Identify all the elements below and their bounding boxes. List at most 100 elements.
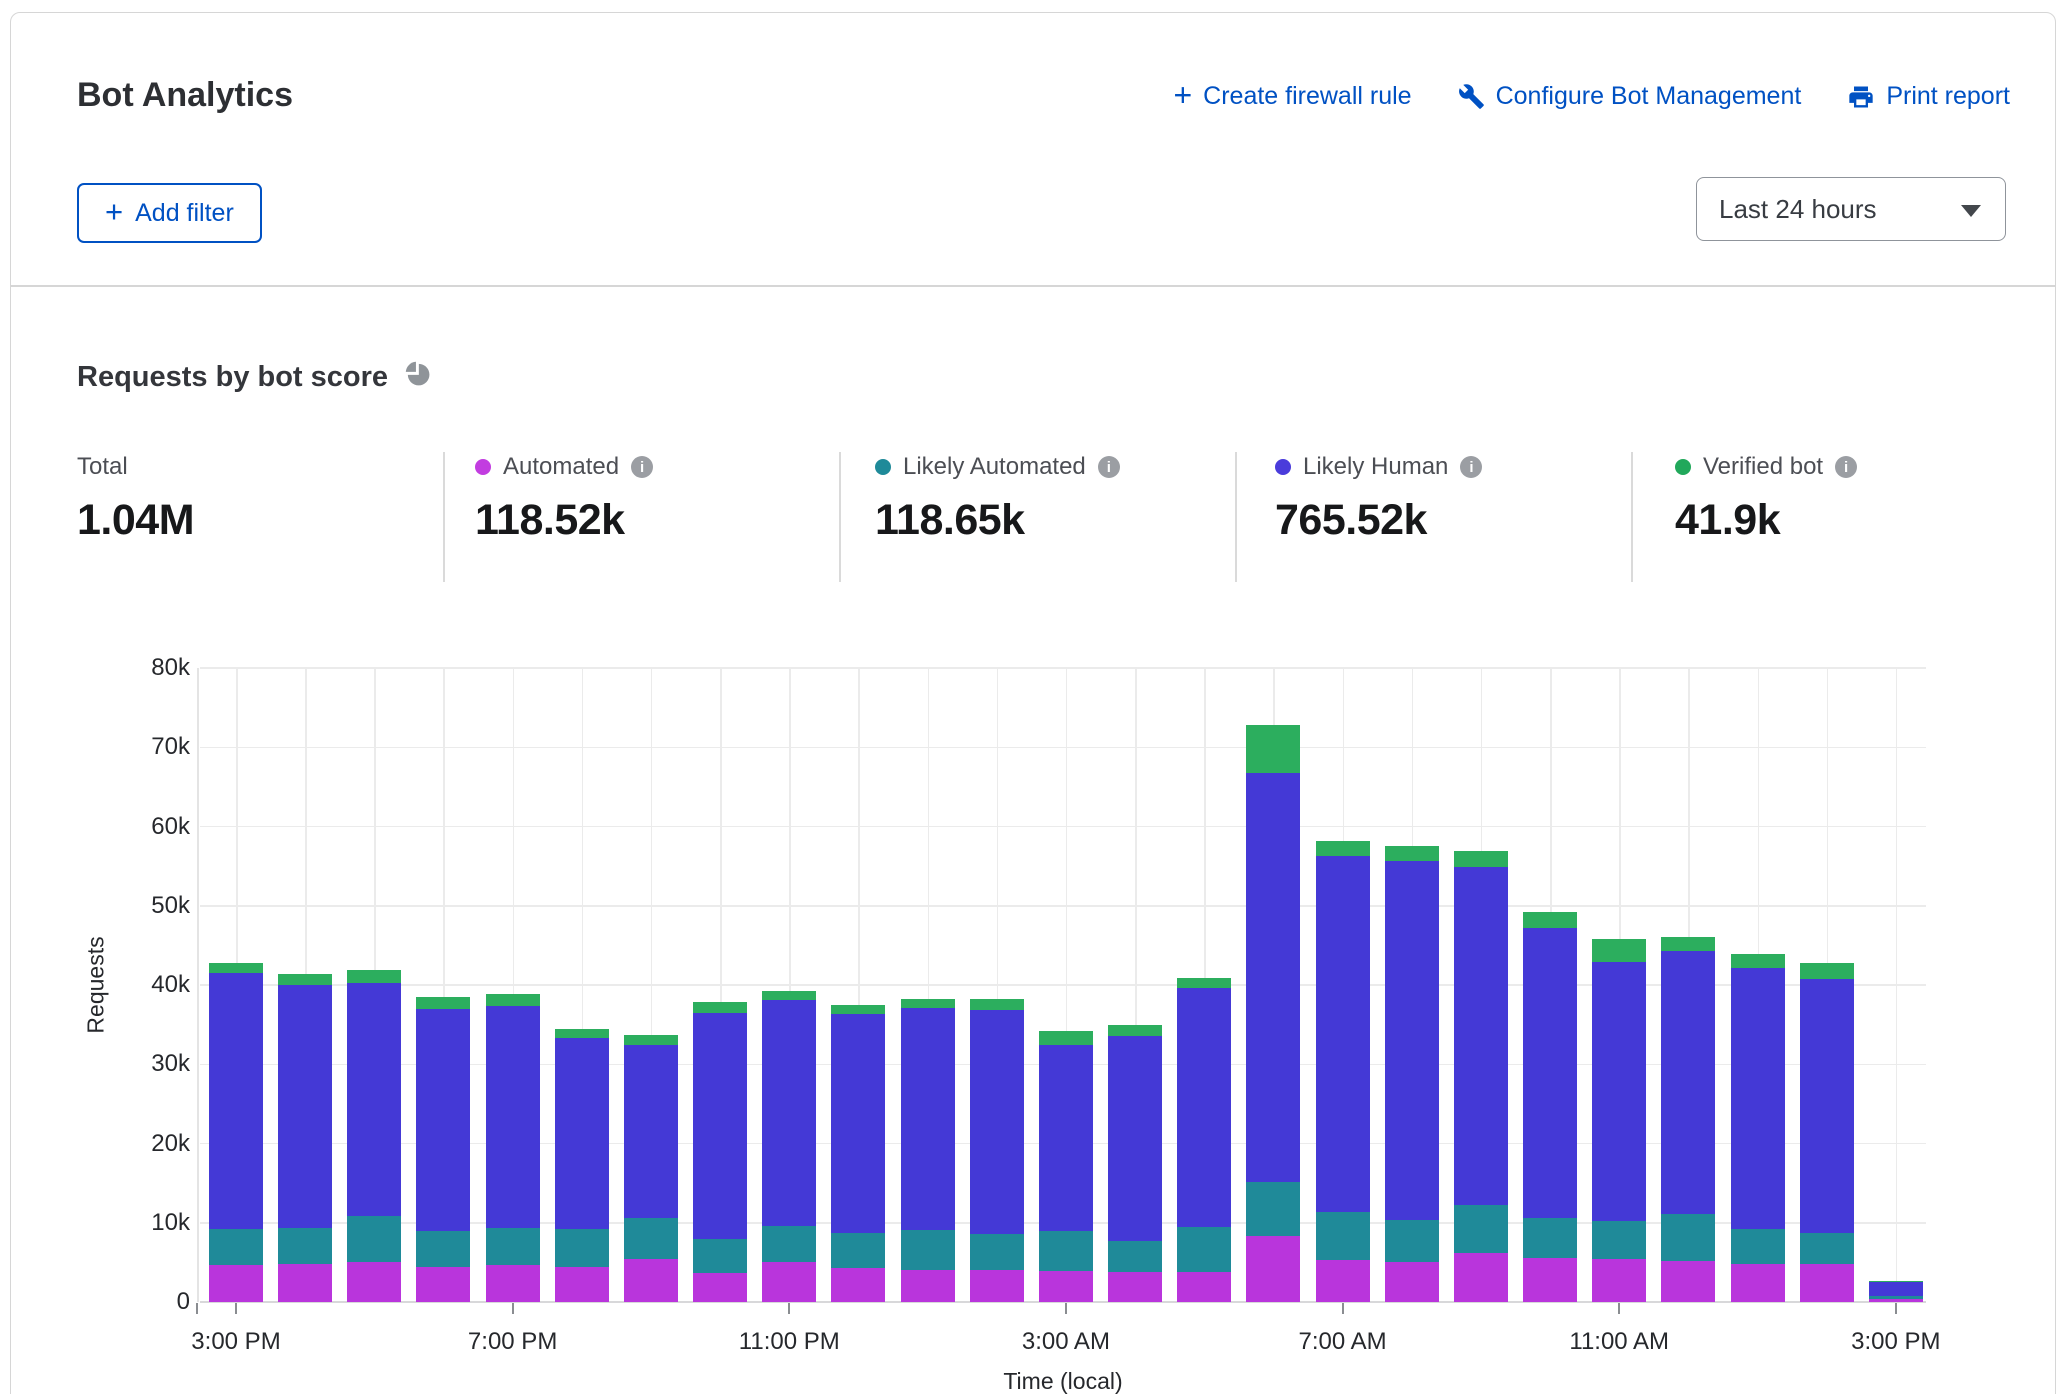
info-icon[interactable]: i (1098, 456, 1120, 478)
stat-likely-human[interactable]: Likely Human i 765.52k (1275, 452, 1482, 545)
h-gridline (200, 826, 1926, 828)
bar-segment-likely-automated (1177, 1227, 1231, 1272)
bar-segment-verified-bot (1523, 912, 1577, 928)
chart-bar[interactable] (624, 1035, 678, 1302)
create-firewall-rule-label: Create firewall rule (1203, 82, 1411, 111)
add-filter-button[interactable]: + Add filter (77, 183, 262, 243)
bar-segment-verified-bot (970, 999, 1024, 1009)
info-icon[interactable]: i (1835, 456, 1857, 478)
bar-segment-automated (347, 1262, 401, 1302)
bar-segment-verified-bot (762, 991, 816, 1001)
chart-bar[interactable] (970, 999, 1024, 1302)
chart-bar[interactable] (347, 970, 401, 1302)
bar-segment-automated (1523, 1258, 1577, 1302)
chart-bar[interactable] (555, 1029, 609, 1302)
stat-divider (443, 452, 445, 582)
bar-segment-likely-human (831, 1014, 885, 1233)
chart-bar[interactable] (1177, 978, 1231, 1302)
stat-divider (1235, 452, 1237, 582)
bar-segment-automated (1039, 1271, 1093, 1302)
info-icon[interactable]: i (1460, 456, 1482, 478)
bar-segment-automated (1454, 1253, 1508, 1302)
chart-bar[interactable] (1731, 954, 1785, 1302)
print-report-link[interactable]: Print report (1847, 82, 2010, 111)
create-firewall-rule-link[interactable]: + Create firewall rule (1173, 82, 1411, 111)
chart-bar[interactable] (278, 974, 332, 1302)
bar-segment-verified-bot (624, 1035, 678, 1045)
chart-bar[interactable] (762, 991, 816, 1302)
h-gridline (200, 667, 1926, 669)
chart-bar[interactable] (209, 963, 263, 1302)
section-title-text: Requests by bot score (77, 361, 388, 394)
plus-icon: + (1173, 79, 1192, 111)
y-tick-label: 40k (151, 971, 190, 999)
chart-bar[interactable] (1800, 963, 1854, 1302)
chart-bar[interactable] (1039, 1031, 1093, 1302)
x-tick-mark (235, 1303, 237, 1314)
bar-segment-automated (1316, 1260, 1370, 1302)
y-tick-label: 80k (151, 654, 190, 682)
bar-segment-automated (762, 1262, 816, 1302)
configure-bot-management-link[interactable]: Configure Bot Management (1458, 82, 1802, 111)
chart-bar[interactable] (486, 994, 540, 1302)
chart-bar[interactable] (831, 1005, 885, 1302)
chart-bar[interactable] (1523, 912, 1577, 1302)
bar-segment-automated (624, 1259, 678, 1302)
stats-row: Total 1.04M Automated i 118.52k Likely A… (0, 452, 2070, 587)
bar-segment-verified-bot (1454, 851, 1508, 867)
y-tick-label: 0 (177, 1288, 190, 1316)
chart-bar[interactable] (1108, 1025, 1162, 1302)
bar-segment-likely-human (1661, 951, 1715, 1214)
likely-human-value: 765.52k (1275, 496, 1482, 545)
bar-segment-likely-human (624, 1045, 678, 1218)
x-tick-label: 3:00 PM (1851, 1328, 1940, 1356)
total-label: Total (77, 453, 128, 481)
print-report-label: Print report (1886, 82, 2010, 111)
bar-segment-likely-human (1385, 861, 1439, 1219)
bar-segment-likely-human (555, 1038, 609, 1229)
configure-bot-management-label: Configure Bot Management (1496, 82, 1802, 111)
bar-segment-likely-automated (347, 1216, 401, 1263)
bar-segment-likely-human (209, 973, 263, 1229)
bar-segment-likely-human (1108, 1036, 1162, 1241)
bar-segment-likely-human (1523, 928, 1577, 1218)
chart-bar[interactable] (1246, 725, 1300, 1302)
chart-bar[interactable] (693, 1002, 747, 1302)
y-axis-title: Requests (83, 936, 110, 1033)
pie-chart-icon[interactable] (404, 360, 431, 395)
bar-segment-likely-automated (416, 1231, 470, 1267)
verified-bot-dot-icon (1675, 459, 1691, 475)
chart-bar[interactable] (1661, 937, 1715, 1302)
bar-segment-likely-human (901, 1008, 955, 1230)
info-icon[interactable]: i (631, 456, 653, 478)
chart-bar[interactable] (1316, 841, 1370, 1302)
likely-automated-dot-icon (875, 459, 891, 475)
bar-segment-likely-human (1039, 1045, 1093, 1231)
time-range-dropdown[interactable]: Last 24 hours (1696, 177, 2006, 241)
chart-bar[interactable] (1592, 939, 1646, 1302)
verified-bot-value: 41.9k (1675, 496, 1857, 545)
plus-icon: + (105, 196, 123, 227)
bar-segment-likely-human (1800, 979, 1854, 1233)
bar-segment-likely-human (693, 1013, 747, 1240)
x-tick-label: 7:00 AM (1299, 1328, 1387, 1356)
bar-segment-automated (1869, 1299, 1923, 1302)
y-tick-label: 70k (151, 733, 190, 761)
chart-bar[interactable] (1869, 1281, 1923, 1302)
chart-bar[interactable] (1385, 846, 1439, 1302)
chart-bar[interactable] (1454, 851, 1508, 1302)
stat-verified-bot[interactable]: Verified bot i 41.9k (1675, 452, 1857, 545)
bar-segment-automated (1661, 1261, 1715, 1302)
y-tick-label: 50k (151, 892, 190, 920)
bar-segment-automated (486, 1265, 540, 1302)
bar-segment-verified-bot (209, 963, 263, 973)
bar-segment-automated (278, 1264, 332, 1302)
bar-segment-verified-bot (486, 994, 540, 1006)
bar-segment-verified-bot (1246, 725, 1300, 773)
chart-bar[interactable] (901, 999, 955, 1302)
stat-automated[interactable]: Automated i 118.52k (475, 452, 653, 545)
bar-segment-likely-automated (1731, 1229, 1785, 1264)
stat-likely-automated[interactable]: Likely Automated i 118.65k (875, 452, 1120, 545)
chart-bar[interactable] (416, 997, 470, 1302)
y-tick-label: 10k (151, 1209, 190, 1237)
